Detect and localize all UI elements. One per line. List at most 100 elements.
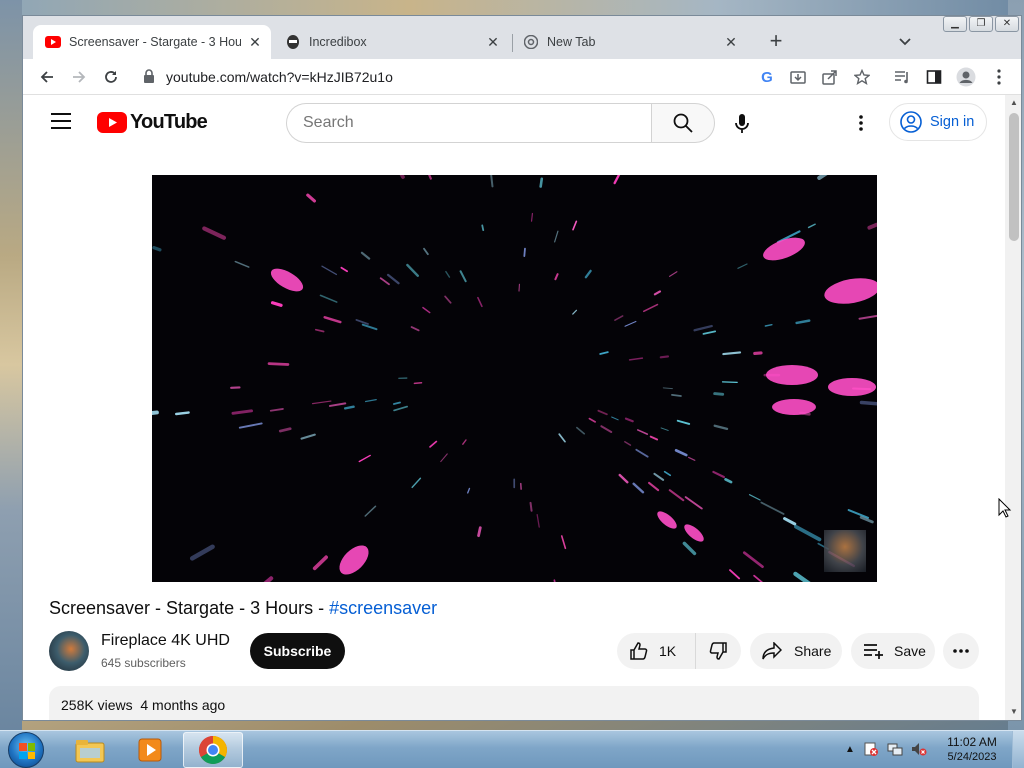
- channel-watermark[interactable]: [824, 530, 866, 572]
- search-button[interactable]: [651, 103, 715, 143]
- youtube-page: YouTube Sign in Screensaver - Stargate -…: [23, 95, 1005, 720]
- reading-list-icon[interactable]: [892, 67, 912, 87]
- sign-in-button[interactable]: Sign in: [889, 103, 987, 141]
- show-hidden-icons-icon[interactable]: ▲: [845, 744, 855, 755]
- mouse-cursor-icon: [998, 498, 1012, 518]
- close-tab-icon[interactable]: ✕: [247, 34, 263, 50]
- star-streak: [343, 405, 355, 410]
- star-streak: [152, 246, 162, 252]
- hamburger-menu-icon[interactable]: [51, 113, 71, 129]
- settings-more-icon[interactable]: [849, 111, 873, 135]
- subscribe-button[interactable]: Subscribe: [250, 633, 345, 669]
- like-button[interactable]: 1K: [617, 633, 696, 669]
- youtube-logo-icon: [97, 112, 127, 133]
- voice-search-button[interactable]: [729, 111, 755, 137]
- tab-title: Screensaver - Stargate - 3 Hours: [69, 35, 241, 49]
- share-label: Share: [794, 643, 832, 659]
- youtube-logo[interactable]: YouTube: [97, 111, 208, 134]
- tab-title: Incredibox: [309, 35, 367, 49]
- close-window-button[interactable]: ✕: [995, 16, 1019, 32]
- browser-toolbar: youtube.com/watch?v=kHzJIB72u1o G: [23, 59, 1021, 95]
- search-box[interactable]: [286, 103, 652, 143]
- desktop-wallpaper-top: [0, 0, 1024, 16]
- scrollbar-thumb[interactable]: [1009, 113, 1019, 241]
- youtube-wordmark: YouTube: [130, 111, 208, 133]
- scroll-up-arrow-icon[interactable]: ▲: [1009, 98, 1019, 108]
- more-actions-button[interactable]: [943, 633, 979, 669]
- chrome-icon: [523, 34, 539, 50]
- microphone-icon: [735, 114, 749, 133]
- chrome-window: Screensaver - Stargate - 3 Hours ✕ Incre…: [22, 15, 1022, 721]
- star-streak: [267, 362, 290, 366]
- share-button[interactable]: Share: [750, 633, 842, 669]
- restore-button[interactable]: ❐: [969, 16, 993, 32]
- star-streak: [523, 247, 526, 257]
- back-button[interactable]: [37, 67, 57, 87]
- channel-name[interactable]: Fireplace 4K UHD: [101, 632, 230, 650]
- taskbar-media-player[interactable]: [122, 732, 178, 768]
- star-streak: [539, 177, 544, 188]
- reload-button[interactable]: [101, 67, 121, 87]
- star-streak: [529, 501, 533, 512]
- clock-time: 11:02 AM: [947, 735, 997, 749]
- system-clock[interactable]: 11:02 AM 5/24/2023: [936, 735, 1008, 765]
- url-text: youtube.com/watch?v=kHzJIB72u1o: [166, 69, 393, 85]
- action-center-icon[interactable]: [863, 741, 879, 757]
- video-frame: [152, 175, 877, 582]
- scroll-down-arrow-icon[interactable]: ▼: [1009, 707, 1019, 717]
- install-icon[interactable]: [788, 67, 808, 87]
- chrome-menu-icon[interactable]: [989, 67, 1009, 87]
- taskbar-chrome[interactable]: [183, 732, 243, 768]
- profile-icon[interactable]: [956, 67, 976, 87]
- tab-search-chevron-icon[interactable]: [895, 31, 915, 51]
- sign-in-label: Sign in: [930, 114, 975, 130]
- dislike-button[interactable]: [696, 633, 740, 669]
- tab-new-tab[interactable]: New Tab ✕: [511, 25, 747, 59]
- taskbar: ▲ 11:02 AM 5/24/2023: [0, 730, 1024, 768]
- taskbar-explorer[interactable]: [62, 732, 118, 768]
- volume-muted-icon[interactable]: [911, 741, 927, 757]
- hashtag-link[interactable]: #screensaver: [329, 598, 437, 618]
- star-streak: [671, 394, 682, 397]
- upload-age: 4 months ago: [140, 697, 226, 713]
- lock-icon: [143, 69, 157, 85]
- save-button[interactable]: Save: [851, 633, 935, 669]
- channel-avatar[interactable]: [49, 631, 89, 671]
- close-tab-icon[interactable]: ✕: [723, 34, 739, 50]
- subscriber-count: 645 subscribers: [101, 656, 186, 670]
- forward-button[interactable]: [69, 67, 89, 87]
- view-count: 258K views: [61, 697, 133, 713]
- network-icon[interactable]: [887, 741, 903, 757]
- start-button[interactable]: [8, 732, 44, 768]
- minimize-button[interactable]: ▁: [943, 16, 967, 32]
- search-input[interactable]: [303, 114, 633, 132]
- page-scrollbar[interactable]: ▲ ▼: [1005, 95, 1021, 720]
- tab-incredibox[interactable]: Incredibox ✕: [273, 25, 509, 59]
- add-to-playlist-icon: [864, 644, 883, 659]
- share-page-icon[interactable]: [820, 67, 840, 87]
- pink-light-streak: [828, 378, 876, 396]
- star-streak: [413, 382, 423, 385]
- description-box[interactable]: 258K views 4 months ago: [49, 686, 979, 720]
- video-meta: 258K views 4 months ago: [61, 697, 225, 713]
- star-streak: [659, 355, 670, 359]
- video-player[interactable]: [152, 175, 877, 582]
- clock-date: 5/24/2023: [947, 751, 997, 763]
- google-icon[interactable]: G: [757, 67, 777, 87]
- side-panel-icon[interactable]: [924, 67, 944, 87]
- back-arrow-icon: [40, 71, 53, 83]
- windows-logo-icon: [19, 743, 35, 759]
- star-streak: [399, 175, 405, 179]
- tab-youtube[interactable]: Screensaver - Stargate - 3 Hours ✕: [33, 25, 271, 59]
- star-streak: [713, 392, 725, 396]
- reload-icon: [105, 71, 117, 83]
- show-desktop-button[interactable]: [1012, 731, 1024, 768]
- new-tab-button[interactable]: +: [764, 30, 788, 54]
- tab-strip: Screensaver - Stargate - 3 Hours ✕ Incre…: [23, 16, 1021, 59]
- close-tab-icon[interactable]: ✕: [485, 34, 501, 50]
- star-streak: [175, 411, 190, 416]
- video-title: Screensaver - Stargate - 3 Hours - #scre…: [49, 598, 437, 619]
- star-streak: [152, 410, 159, 415]
- bookmark-star-icon[interactable]: [852, 67, 872, 87]
- pink-light-streak: [766, 365, 818, 385]
